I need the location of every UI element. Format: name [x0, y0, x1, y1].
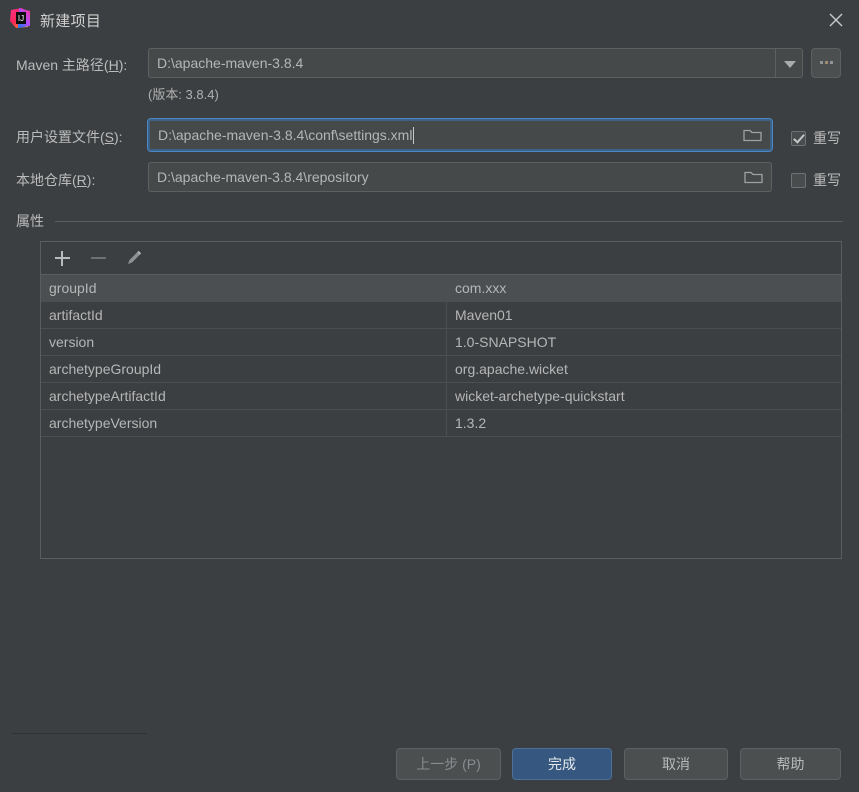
user-settings-override-label: 重写 [813, 130, 841, 146]
back-button[interactable]: 上一步 (P) [396, 748, 501, 780]
local-repo-override-label: 重写 [813, 172, 841, 188]
maven-home-label: Maven 主路径(H): [16, 57, 128, 73]
new-project-dialog: IJ 新建项目 Maven 主路径(H): D:\apache-maven-3.… [0, 0, 859, 792]
property-key: groupId [49, 280, 97, 296]
maven-home-browse-button[interactable] [811, 48, 841, 78]
maven-home-value: D:\apache-maven-3.8.4 [157, 55, 304, 71]
properties-table-body: groupId com.xxx artifactId Maven01 version 1.… [41, 275, 841, 437]
local-repo-value: D:\apache-maven-3.8.4\repository [157, 169, 369, 185]
table-row[interactable]: version 1.0-SNAPSHOT [41, 329, 841, 356]
local-repo-override-checkbox[interactable] [791, 172, 806, 188]
local-repo-override-row[interactable]: 重写 [791, 170, 841, 190]
ellipsis-icon [819, 60, 833, 64]
properties-section-label: 属性 [16, 213, 44, 229]
properties-table-toolbar [41, 242, 841, 275]
close-button[interactable] [813, 0, 859, 40]
minus-icon [87, 247, 109, 269]
folder-icon[interactable] [743, 128, 762, 143]
maven-home-mnemonic: H [108, 57, 119, 73]
cancel-button[interactable]: 取消 [624, 748, 728, 780]
property-key: version [49, 334, 95, 350]
svg-text:IJ: IJ [18, 14, 24, 23]
local-repo-input[interactable]: D:\apache-maven-3.8.4\repository [148, 162, 772, 192]
table-row[interactable]: groupId com.xxx [41, 275, 841, 302]
intellij-idea-icon: IJ [10, 8, 30, 28]
property-key: archetypeVersion [49, 415, 158, 431]
property-value: 1.0-SNAPSHOT [446, 329, 841, 355]
close-icon [829, 13, 843, 27]
pencil-icon[interactable] [123, 247, 145, 269]
maven-version-note: (版本: 3.8.4) [148, 87, 219, 102]
property-value: 1.3.2 [446, 410, 841, 436]
plus-icon[interactable] [51, 247, 73, 269]
folder-icon[interactable] [744, 170, 763, 185]
properties-section-divider [55, 221, 843, 222]
table-row[interactable]: archetypeArtifactId wicket-archetype-quic… [41, 383, 841, 410]
property-value: Maven01 [446, 302, 841, 328]
property-key: archetypeGroupId [49, 361, 162, 377]
table-row[interactable]: artifactId Maven01 [41, 302, 841, 329]
user-settings-override-checkbox[interactable] [791, 130, 806, 146]
user-settings-override-row[interactable]: 重写 [791, 128, 841, 148]
property-key: artifactId [49, 307, 103, 323]
dialog-title-bar: IJ 新建项目 [0, 0, 859, 40]
local-repo-mnemonic: R [76, 172, 87, 188]
property-value: wicket-archetype-quickstart [446, 383, 841, 409]
table-row[interactable]: archetypeVersion 1.3.2 [41, 410, 841, 437]
user-settings-label: 用户设置文件(S): [16, 129, 123, 145]
property-value: com.xxx [446, 275, 841, 301]
dialog-title: 新建项目 [40, 13, 102, 30]
maven-home-input[interactable]: D:\apache-maven-3.8.4 [148, 48, 776, 78]
local-repo-label: 本地仓库(R): [16, 172, 96, 188]
user-settings-mnemonic: S [104, 129, 115, 145]
help-button[interactable]: 帮助 [740, 748, 841, 780]
text-caret [413, 126, 415, 144]
table-row[interactable]: archetypeGroupId org.apache.wicket [41, 356, 841, 383]
user-settings-value: D:\apache-maven-3.8.4\conf\settings.xml [158, 127, 413, 143]
footer-divider [12, 733, 147, 734]
maven-home-dropdown-button[interactable] [775, 48, 803, 78]
user-settings-input[interactable]: D:\apache-maven-3.8.4\conf\settings.xml [147, 118, 773, 152]
chevron-down-icon [784, 61, 796, 68]
property-value: org.apache.wicket [446, 356, 841, 382]
finish-button[interactable]: 完成 [512, 748, 612, 780]
properties-table: groupId com.xxx artifactId Maven01 version 1.… [40, 241, 842, 559]
property-key: archetypeArtifactId [49, 388, 166, 404]
